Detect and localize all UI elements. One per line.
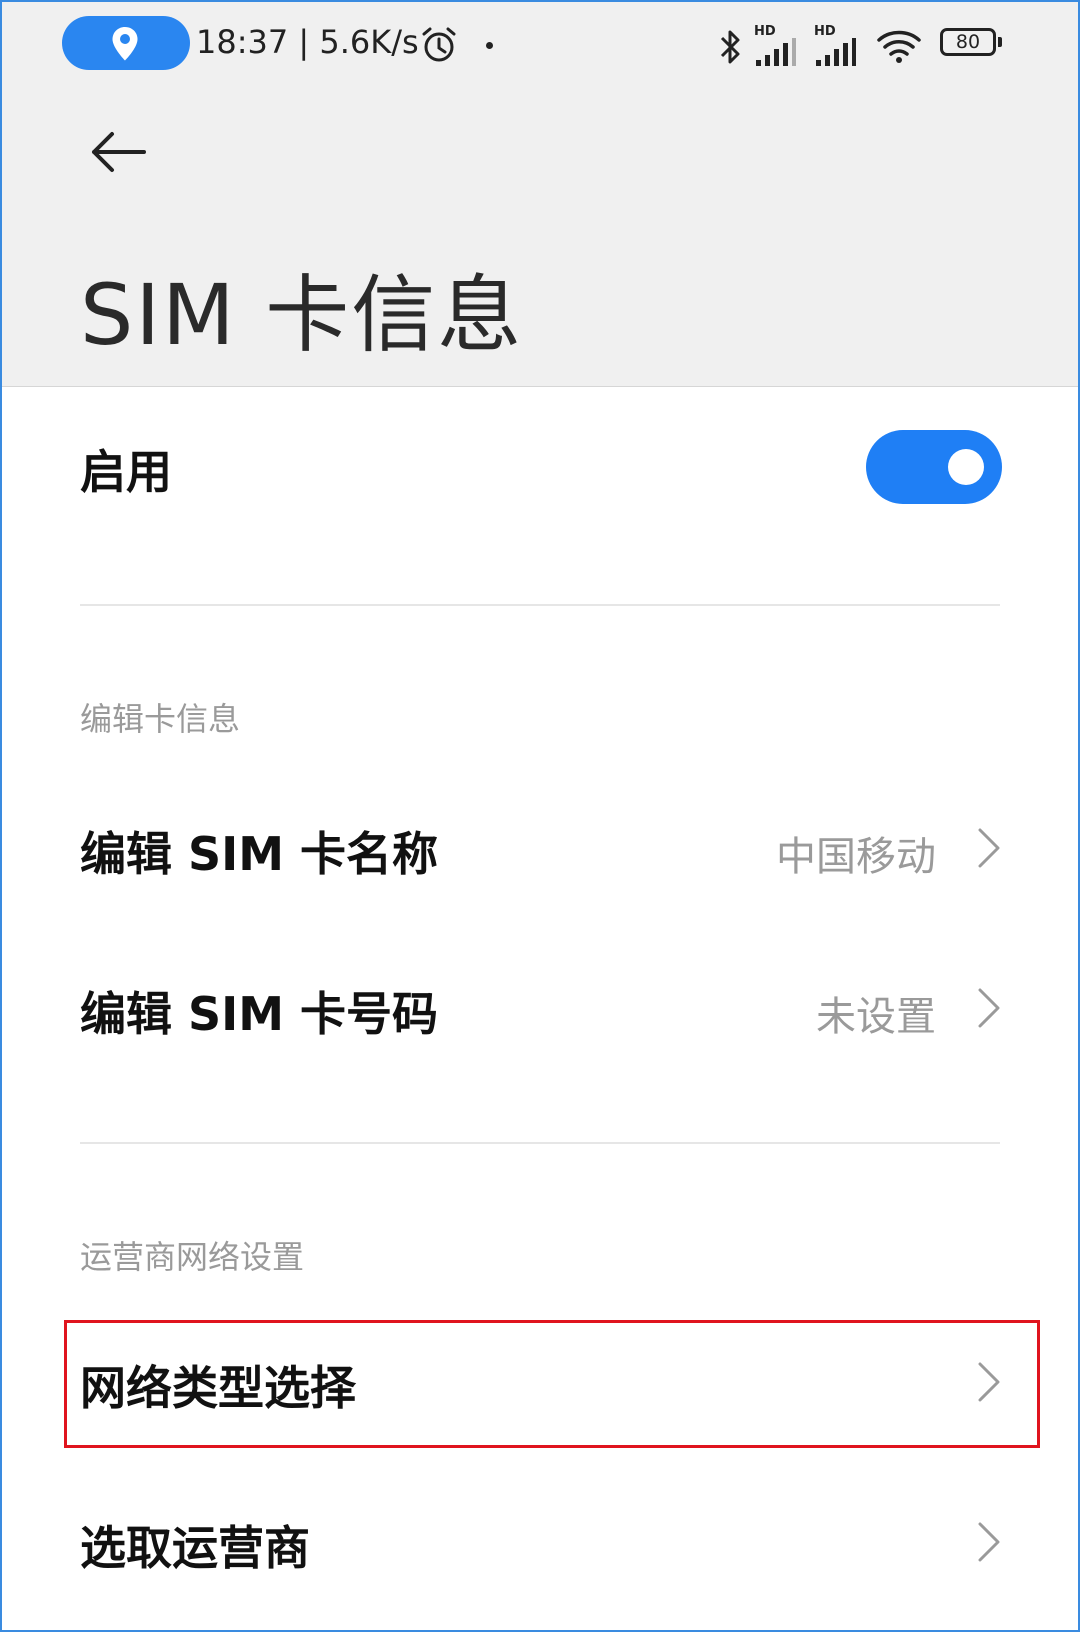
notification-dot — [486, 42, 493, 49]
enable-row[interactable]: 启用 — [80, 436, 1000, 506]
edit-sim-name-row[interactable]: 编辑 SIM 卡名称 中国移动 — [80, 812, 1000, 882]
toggle-knob — [948, 449, 984, 485]
signal-icon: HD — [754, 24, 798, 68]
edit-sim-name-value: 中国移动 — [776, 834, 936, 880]
network-type-row[interactable]: 网络类型选择 — [80, 1346, 1000, 1416]
battery-icon: 80 — [940, 28, 1004, 60]
edit-sim-number-label: 编辑 SIM 卡号码 — [80, 987, 439, 1041]
chevron-right-icon — [978, 1522, 1000, 1562]
edit-sim-number-value: 未设置 — [816, 994, 936, 1040]
status-icons-right: HD HD 80 — [718, 24, 1018, 68]
signal-icon-2: HD — [814, 24, 858, 68]
chevron-right-icon — [978, 988, 1000, 1028]
alarm-icon — [422, 27, 456, 62]
status-time-speed: 18:37 | 5.6K/s — [196, 23, 419, 61]
divider — [80, 604, 1000, 606]
signal-badge: HD — [754, 24, 776, 39]
edit-sim-number-row[interactable]: 编辑 SIM 卡号码 未设置 — [80, 972, 1000, 1042]
header: 18:37 | 5.6K/s HD HD 80 SIM 卡信息 — [2, 2, 1078, 387]
wifi-icon — [877, 30, 921, 63]
divider — [80, 1142, 1000, 1144]
edit-sim-name-label: 编辑 SIM 卡名称 — [80, 827, 439, 881]
location-pill[interactable] — [62, 16, 190, 70]
section-label-edit: 编辑卡信息 — [80, 700, 241, 738]
chevron-right-icon — [978, 1362, 1000, 1402]
signal-badge-2: HD — [814, 24, 836, 39]
chevron-right-icon — [978, 828, 1000, 868]
enable-toggle[interactable] — [866, 430, 1002, 504]
enable-label: 启用 — [80, 445, 172, 499]
bluetooth-icon — [720, 30, 740, 64]
select-carrier-label: 选取运营商 — [80, 1521, 310, 1575]
section-label-carrier: 运营商网络设置 — [80, 1238, 305, 1276]
location-icon — [112, 27, 138, 61]
network-type-label: 网络类型选择 — [80, 1361, 356, 1415]
battery-level: 80 — [955, 31, 981, 53]
select-carrier-row[interactable]: 选取运营商 — [80, 1506, 1000, 1576]
back-arrow-icon[interactable] — [88, 130, 148, 174]
page-title: SIM 卡信息 — [80, 266, 524, 364]
